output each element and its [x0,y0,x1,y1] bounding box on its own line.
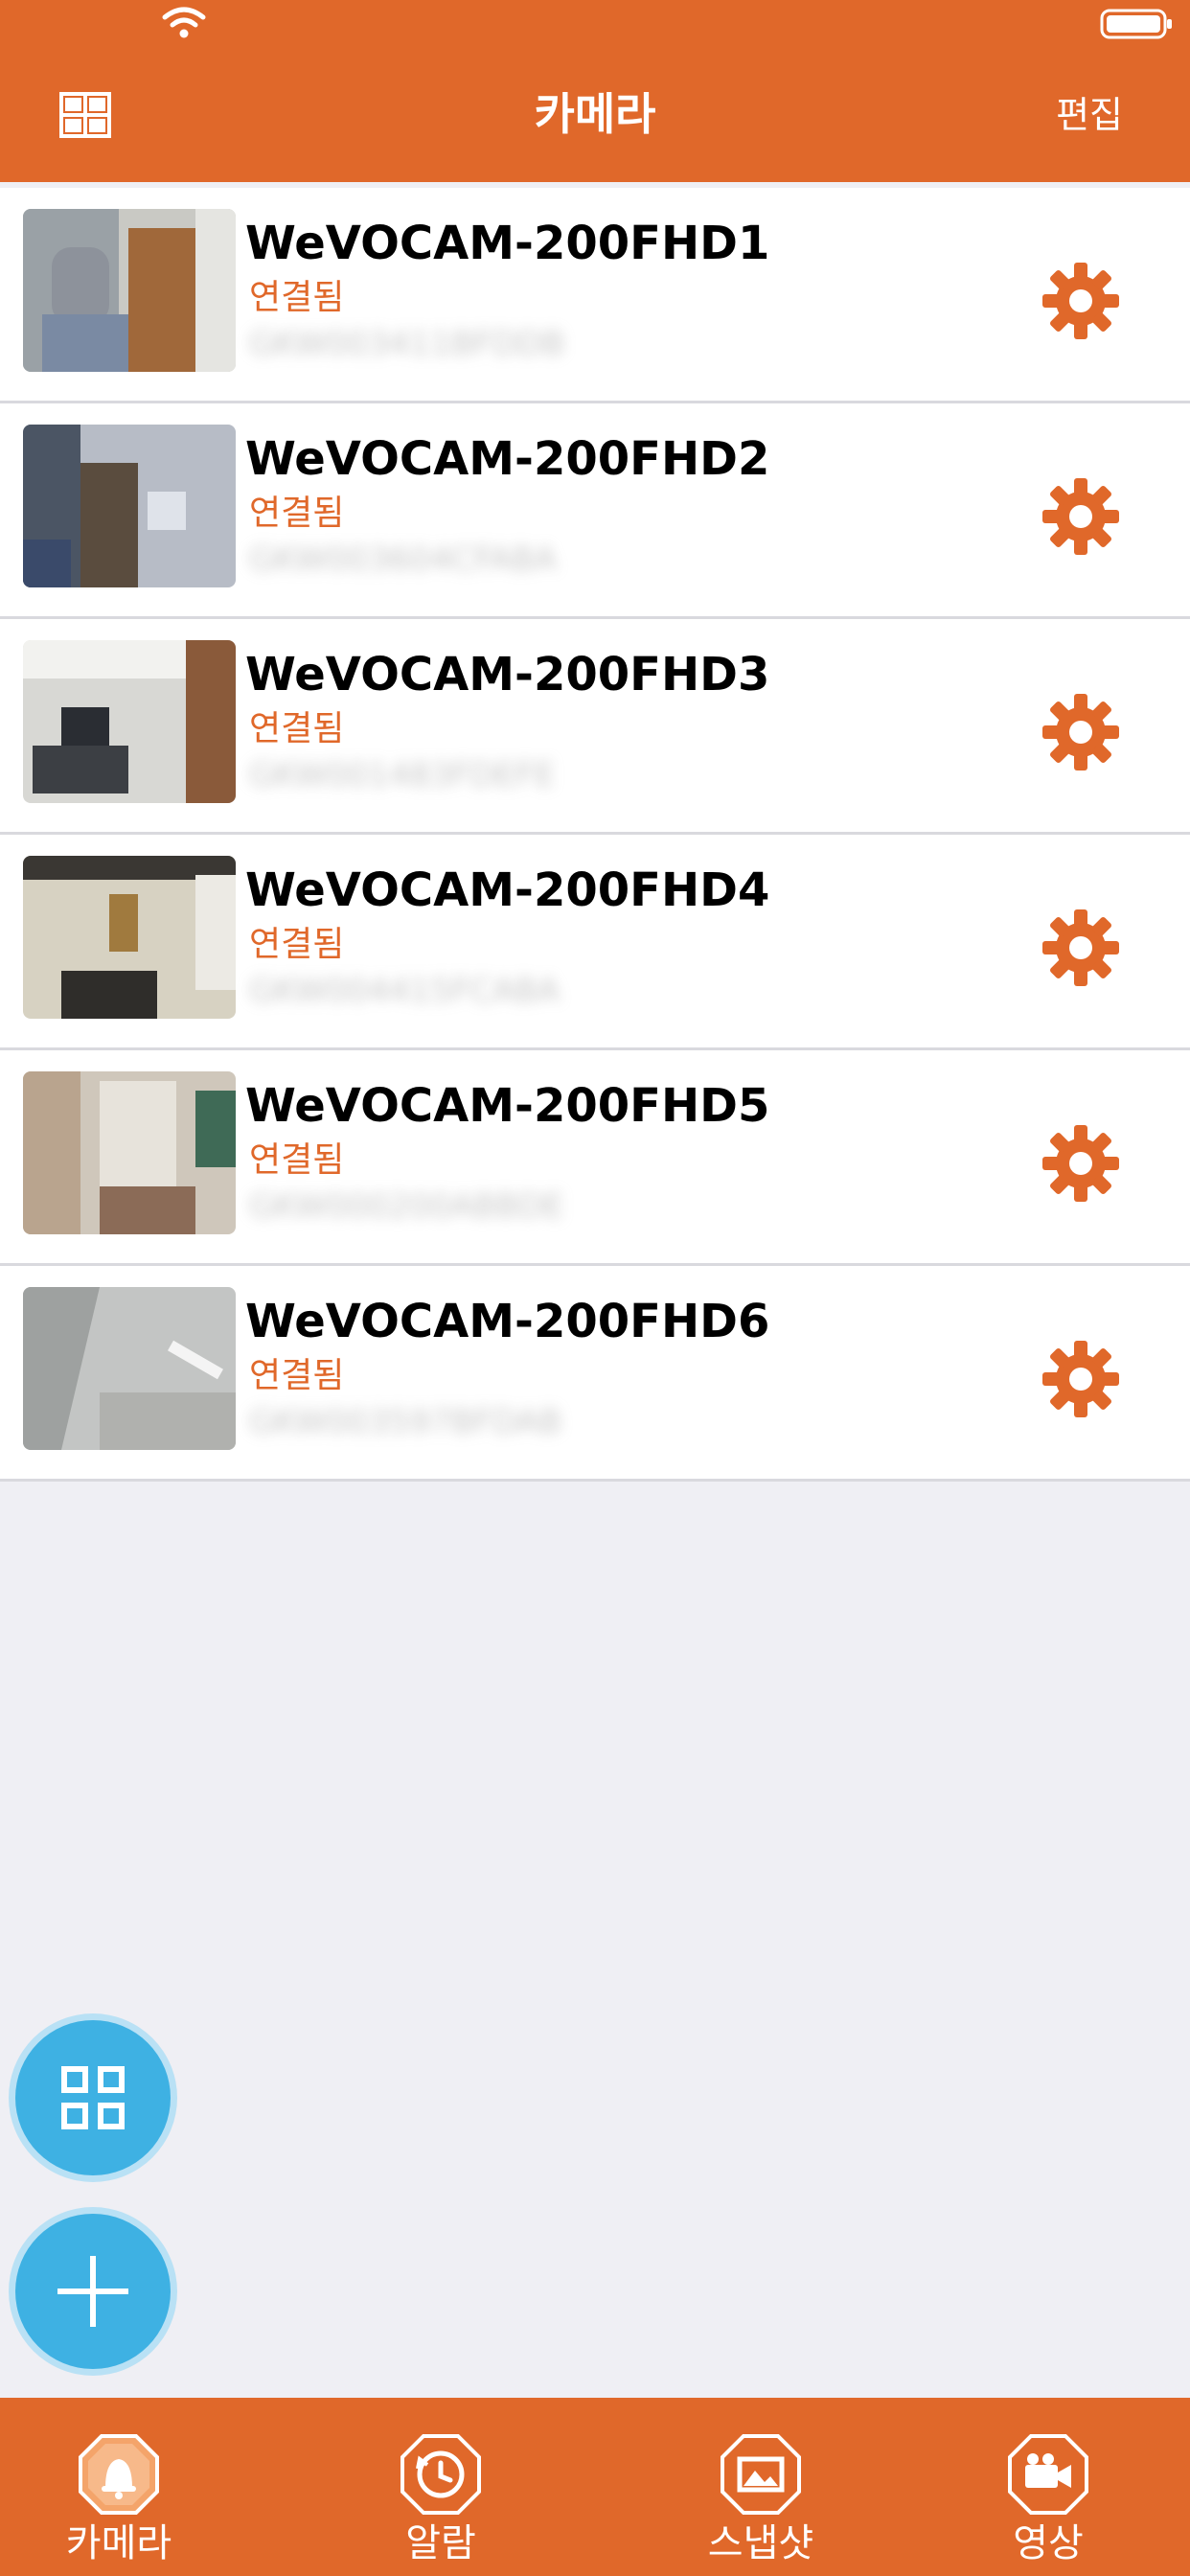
settings-gear-icon[interactable] [1041,261,1121,341]
bell-icon [79,2434,159,2515]
video-camera-icon [1008,2434,1088,2515]
camera-serial: GKW001483FDEFE [249,756,556,794]
clock-history-icon [400,2434,481,2515]
camera-thumbnail[interactable] [23,640,236,803]
bottom-tab-bar: 카메라 알람 스냅샷 영상 [0,2398,1190,2576]
tab-alarm[interactable]: 알람 [335,2398,546,2576]
grid-view-icon [61,2066,125,2129]
camera-serial: GKW003604CFABA [249,540,557,579]
add-camera-button[interactable] [15,2214,171,2369]
camera-thumbnail[interactable] [23,1287,236,1450]
camera-thumbnail[interactable] [23,209,236,372]
connection-status: 연결됨 [249,709,345,748]
camera-serial: GKW004415FCABA [249,972,560,1010]
camera-row[interactable]: WeVOCAM-200FHD6 연결됨 GKW003597BFDAB [0,1266,1190,1482]
camera-name: WeVOCAM-200FHD5 [245,1079,770,1133]
connection-status: 연결됨 [249,278,345,317]
camera-name: WeVOCAM-200FHD3 [245,648,770,702]
page-title: 카메라 [534,88,656,140]
tab-label: 스냅샷 [707,2521,814,2565]
camera-row[interactable]: WeVOCAM-200FHD1 연결됨 GKW003411BFDDB [0,188,1190,403]
edit-button[interactable]: 편집 [1056,88,1123,142]
camera-thumbnail[interactable] [23,856,236,1019]
wifi-icon [162,7,206,38]
grid-view-button[interactable] [15,2020,171,2175]
connection-status: 연결됨 [249,1356,345,1395]
camera-name: WeVOCAM-200FHD1 [245,217,770,270]
camera-row[interactable]: WeVOCAM-200FHD2 연결됨 GKW003604CFABA [0,403,1190,619]
battery-icon [1100,9,1172,39]
tab-label: 카메라 [65,2521,172,2565]
camera-serial: GKW000200ABBDE [249,1187,564,1226]
tab-snapshot[interactable]: 스냅샷 [655,2398,866,2576]
camera-name: WeVOCAM-200FHD6 [245,1295,770,1348]
settings-gear-icon[interactable] [1041,908,1121,988]
camera-serial: GKW003597BFDAB [249,1403,561,1441]
settings-gear-icon[interactable] [1041,476,1121,557]
camera-thumbnail[interactable] [23,1071,236,1234]
tab-label: 알람 [405,2521,476,2565]
connection-status: 연결됨 [249,494,345,533]
settings-gear-icon[interactable] [1041,1339,1121,1419]
connection-status: 연결됨 [249,1140,345,1180]
camera-list: WeVOCAM-200FHD1 연결됨 GKW003411BFDDB WeVOC… [0,188,1190,1482]
tab-label: 영상 [1013,2521,1084,2565]
nav-header: 카메라 편집 [0,0,1190,182]
image-icon [721,2434,801,2515]
camera-serial: GKW003411BFDDB [249,325,565,363]
tab-video[interactable]: 영상 [943,2398,1154,2576]
camera-row[interactable]: WeVOCAM-200FHD5 연결됨 GKW000200ABBDE [0,1050,1190,1266]
camera-row[interactable]: WeVOCAM-200FHD4 연결됨 GKW004415FCABA [0,835,1190,1050]
camera-thumbnail[interactable] [23,425,236,587]
camera-name: WeVOCAM-200FHD4 [245,863,770,917]
connection-status: 연결됨 [249,925,345,964]
tab-camera[interactable]: 카메라 [13,2398,224,2576]
camera-row[interactable]: WeVOCAM-200FHD3 연결됨 GKW001483FDEFE [0,619,1190,835]
plus-icon [57,2256,128,2327]
settings-gear-icon[interactable] [1041,692,1121,772]
settings-gear-icon[interactable] [1041,1123,1121,1204]
camera-name: WeVOCAM-200FHD2 [245,432,770,486]
